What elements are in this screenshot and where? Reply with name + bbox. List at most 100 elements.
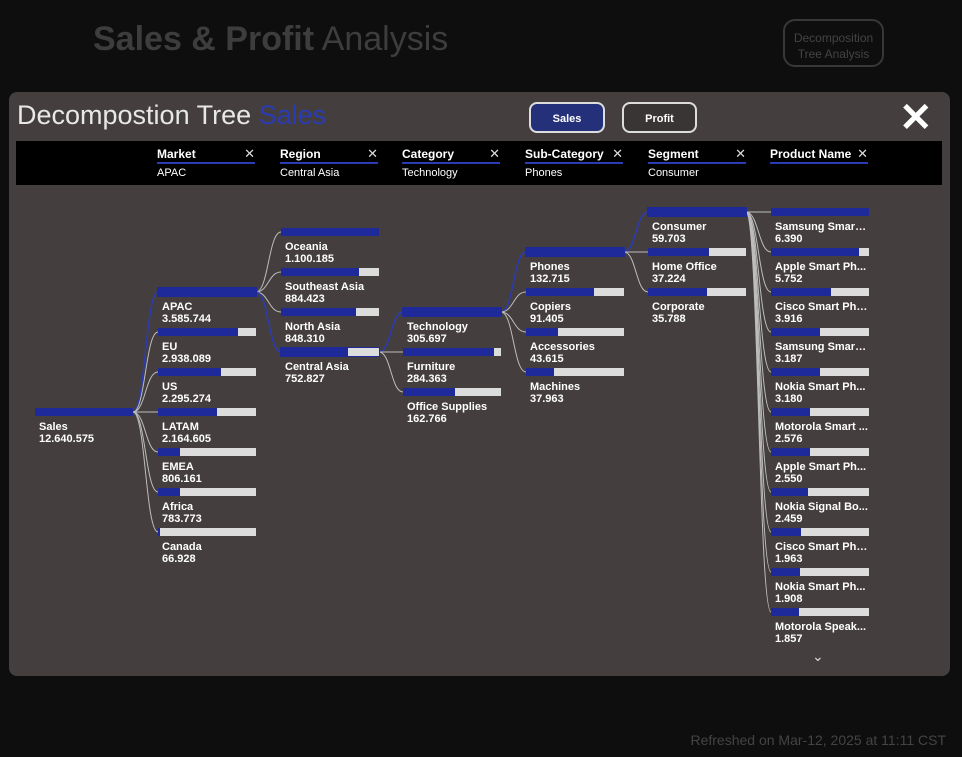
tree-node[interactable]: Samsung Smart ... 3.187 <box>771 328 869 365</box>
value-bar-fill <box>281 308 357 316</box>
value-bar-fill <box>158 328 239 336</box>
decomposition-tree-nav-button[interactable]: Decomposition Tree Analysis <box>783 19 884 67</box>
node-label: Office Supplies <box>407 401 488 413</box>
tree-node[interactable]: Canada 66.928 <box>158 528 256 565</box>
node-label: EU <box>162 341 178 353</box>
tree-link <box>623 211 649 253</box>
node-value: 284.363 <box>407 373 447 385</box>
node-value: 3.187 <box>775 353 803 365</box>
tree-node[interactable]: Samsung Smart ... 6.390 <box>771 208 869 245</box>
node-value: 91.405 <box>530 313 564 325</box>
tree-node[interactable]: Nokia Smart Ph... 3.180 <box>771 368 869 405</box>
node-value: 35.788 <box>652 313 686 325</box>
tree-link <box>132 291 159 413</box>
tree-node[interactable]: Furniture 284.363 <box>403 348 501 385</box>
tree-node[interactable]: EMEA 806.161 <box>158 448 256 485</box>
value-bar <box>403 388 501 396</box>
value-bar-fill <box>158 488 180 496</box>
tree-node[interactable]: US 2.295.274 <box>158 368 256 405</box>
tree-node[interactable]: Central Asia 752.827 <box>281 348 379 385</box>
tree-node[interactable]: Cisco Smart Pho... 1.963 <box>771 528 869 565</box>
value-bar <box>771 488 869 496</box>
value-bar <box>281 228 379 236</box>
value-bar-fill <box>158 288 256 296</box>
value-bar <box>771 568 869 576</box>
value-bar-fill <box>771 208 869 216</box>
tree-node[interactable]: Motorola Smart ... 2.576 <box>771 408 869 445</box>
tree-node[interactable]: Cisco Smart Pho... 3.916 <box>771 288 869 325</box>
node-value: 2.295.274 <box>162 393 211 405</box>
value-bar-fill <box>526 288 594 296</box>
tree-link <box>132 331 159 413</box>
tree-node[interactable]: LATAM 2.164.605 <box>158 408 256 445</box>
tree-link <box>132 411 159 453</box>
chevron-down-icon[interactable]: ⌄ <box>812 648 824 665</box>
tree-node[interactable]: Sales 12.640.575 <box>35 408 133 445</box>
value-bar-fill <box>526 248 624 256</box>
node-label: APAC <box>162 301 193 313</box>
node-value: 37.224 <box>652 273 686 285</box>
value-bar-fill <box>771 608 800 616</box>
tree-node[interactable]: EU 2.938.089 <box>158 328 256 365</box>
tree-node[interactable]: Nokia Smart Ph... 1.908 <box>771 568 869 605</box>
app-title-light: Analysis <box>321 20 449 58</box>
node-label: Motorola Smart ... <box>775 421 868 433</box>
value-bar <box>526 368 624 376</box>
value-bar-fill <box>403 348 495 356</box>
value-bar <box>771 528 869 536</box>
tree-link <box>378 311 404 353</box>
refreshed-timestamp: Refreshed on Mar-12, 2025 at 11:11 CST <box>690 732 946 748</box>
node-value: 162.766 <box>407 413 447 425</box>
value-bar-fill <box>158 528 160 536</box>
tree-node[interactable]: Corporate 35.788 <box>648 288 746 325</box>
node-label: US <box>162 381 178 393</box>
value-bar <box>771 608 869 616</box>
value-bar <box>771 328 869 336</box>
tree-node[interactable]: Southeast Asia 884.423 <box>281 268 379 305</box>
tree-node[interactable]: APAC 3.585.744 <box>158 288 256 325</box>
tree-node[interactable]: Accessories 43.615 <box>526 328 624 365</box>
node-value: 1.908 <box>775 593 803 605</box>
node-label: Oceania <box>285 241 328 253</box>
node-label: Apple Smart Ph... <box>775 461 867 473</box>
node-label: Africa <box>162 501 194 513</box>
value-bar-fill <box>403 388 455 396</box>
value-bar-fill <box>771 368 820 376</box>
tree-node[interactable]: Technology 305.697 <box>403 308 501 345</box>
value-bar-fill <box>158 448 180 456</box>
node-label: Machines <box>530 381 581 393</box>
tree-node[interactable]: Machines 37.963 <box>526 368 624 405</box>
node-value: 806.161 <box>162 473 202 485</box>
node-value: 305.697 <box>407 333 447 345</box>
value-bar <box>158 368 256 376</box>
node-label: Central Asia <box>285 361 349 373</box>
tree-link <box>500 251 527 313</box>
node-value: 6.390 <box>775 233 803 245</box>
value-bar <box>771 448 869 456</box>
value-bar-fill <box>771 248 860 256</box>
tree-node[interactable]: Phones 132.715 <box>526 248 624 285</box>
app-title: Sales & Profit Analysis <box>93 20 448 59</box>
tree-link <box>623 251 649 293</box>
tree-node[interactable]: Office Supplies 162.766 <box>403 388 501 425</box>
tree-node[interactable]: Africa 783.773 <box>158 488 256 525</box>
value-bar-fill <box>771 408 811 416</box>
tree-node[interactable]: Apple Smart Ph... 2.550 <box>771 448 869 485</box>
tree-node[interactable]: North Asia 848.310 <box>281 308 379 345</box>
value-bar-fill <box>281 268 360 276</box>
tree-node[interactable]: Motorola Speak... 1.857 <box>771 608 869 645</box>
tree-node[interactable]: Copiers 91.405 <box>526 288 624 325</box>
node-value: 1.100.185 <box>285 253 334 265</box>
value-bar-fill <box>771 448 811 456</box>
tree-node[interactable]: Consumer 59.703 <box>648 208 746 245</box>
tree-node[interactable]: Apple Smart Ph... 5.752 <box>771 248 869 285</box>
node-label: Motorola Speak... <box>775 621 867 633</box>
tree-node[interactable]: Oceania 1.100.185 <box>281 228 379 265</box>
value-bar-fill <box>648 248 709 256</box>
tree-node[interactable]: Home Office 37.224 <box>648 248 746 285</box>
node-label: Cisco Smart Pho... <box>775 301 869 313</box>
node-value: 2.550 <box>775 473 803 485</box>
node-value: 37.963 <box>530 393 564 405</box>
value-bar <box>158 528 256 536</box>
tree-node[interactable]: Nokia Signal Bo... 2.459 <box>771 488 869 525</box>
